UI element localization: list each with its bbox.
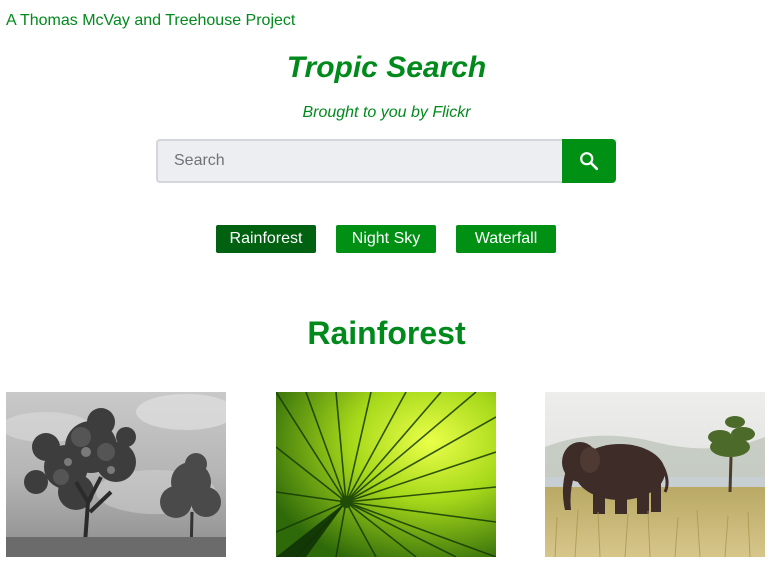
nav-night-sky-button[interactable]: Night Sky bbox=[336, 225, 436, 253]
photo-palm-leaf[interactable] bbox=[276, 392, 496, 557]
photo-elephant[interactable] bbox=[545, 392, 765, 557]
page-subtitle: Brought to you by Flickr bbox=[302, 104, 471, 121]
elephant-photo-image bbox=[545, 392, 765, 557]
palm-leaf-photo-image bbox=[276, 392, 496, 557]
search-input[interactable] bbox=[156, 139, 562, 183]
search-form bbox=[156, 139, 616, 183]
search-icon bbox=[580, 152, 599, 171]
topic-nav: Rainforest Night Sky Waterfall bbox=[216, 225, 556, 253]
photo-tree[interactable] bbox=[6, 392, 226, 557]
page-title: Tropic Search bbox=[286, 51, 487, 84]
page: A Thomas McVay and Treehouse Project Tro… bbox=[0, 0, 769, 567]
results-title: Rainforest bbox=[307, 315, 466, 351]
tree-photo-image bbox=[6, 392, 226, 557]
nav-waterfall-button[interactable]: Waterfall bbox=[456, 225, 556, 253]
nav-rainforest-button[interactable]: Rainforest bbox=[216, 225, 316, 253]
credit-text: A Thomas McVay and Treehouse Project bbox=[6, 12, 296, 29]
search-button[interactable] bbox=[562, 139, 616, 183]
